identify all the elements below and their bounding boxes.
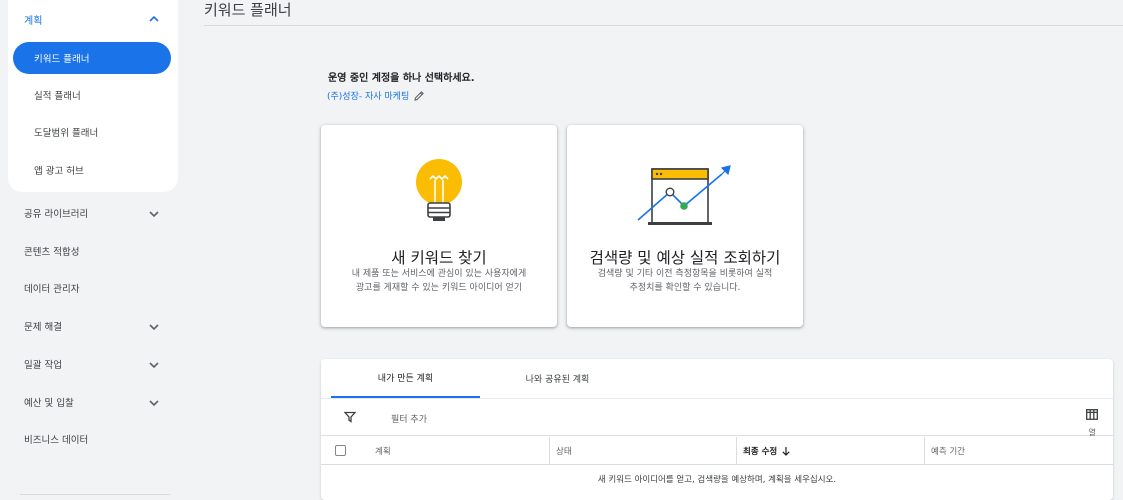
sidebar: 계획 키워드 플래너 실적 플래너 도달범위 플래너 앱 광고 허브 공유 라이… — [0, 0, 190, 500]
columns-icon — [1086, 409, 1098, 420]
columns-button[interactable]: 열 — [1085, 405, 1099, 438]
chevron-down-icon — [149, 211, 159, 218]
card-title: 검색량 및 예상 실적 조회하기 — [589, 249, 781, 267]
card-description-line: 검색량 및 기타 이전 측정항목을 비롯하여 실적 — [597, 269, 773, 279]
column-header-forecast-period[interactable]: 예측 기간 — [924, 437, 1113, 465]
sidebar-item-label: 일괄 작업 — [24, 360, 62, 371]
table-header: 계획 상태 최종 수정 예측 기간 — [321, 437, 1113, 465]
sidebar-item-label: 예산 및 입찰 — [24, 398, 74, 409]
add-filter-button[interactable]: 필터 추가 — [391, 412, 427, 425]
card-description-line: 추정치를 확인할 수 있습니다. — [629, 283, 741, 293]
empty-state-message: 새 키워드 아이디어를 얻고, 검색량을 예상하며, 계획을 세우십시오. — [597, 475, 837, 485]
chevron-up-icon — [149, 15, 159, 22]
sidebar-item-budgets-bidding[interactable]: 예산 및 입찰 — [0, 384, 178, 420]
page-title: 키워드 플래너 — [204, 1, 292, 19]
chevron-down-icon — [149, 324, 159, 331]
sidebar-item-label: 비즈니스 데이터 — [24, 435, 89, 446]
sidebar-item-label: 도달범위 플래너 — [34, 128, 99, 139]
tab-shared-plans[interactable]: 나와 공유된 계획 — [480, 359, 635, 398]
column-header-label: 예측 기간 — [931, 447, 965, 457]
sidebar-item-keyword-planner[interactable]: 키워드 플래너 — [13, 42, 171, 74]
card-description: 내 제품 또는 서비스에 관심이 있는 사용자에게 광고를 게재할 수 있는 키… — [337, 267, 541, 295]
edit-pencil-icon — [414, 90, 425, 101]
tab-label: 나와 공유된 계획 — [525, 375, 590, 385]
column-header-last-modified[interactable]: 최종 수정 — [736, 437, 924, 465]
sidebar-item-app-ads-hub[interactable]: 앱 광고 허브 — [13, 154, 171, 186]
sidebar-item-label: 실적 플래너 — [34, 91, 81, 102]
sidebar-item-label: 키워드 플래너 — [34, 54, 90, 65]
sidebar-item-bulk-actions[interactable]: 일괄 작업 — [0, 346, 178, 382]
sidebar-item-label: 문제 해결 — [24, 322, 62, 333]
account-select-prompt: 운영 중인 계정을 하나 선택하세요. — [328, 73, 475, 84]
sidebar-group-label: 계획 — [24, 15, 43, 27]
card-find-new-keywords[interactable]: 새 키워드 찾기 내 제품 또는 서비스에 관심이 있는 사용자에게 광고를 게… — [321, 125, 557, 327]
column-header-plan[interactable]: 계획 — [375, 437, 549, 465]
card-description-line: 내 제품 또는 서비스에 관심이 있는 사용자에게 — [351, 269, 527, 279]
sidebar-item-performance-planner[interactable]: 실적 플래너 — [13, 79, 171, 111]
account-selector[interactable]: (주)성장- 자사 마케팅 — [327, 89, 425, 102]
sidebar-item-data-manager[interactable]: 데이터 관리자 — [0, 270, 178, 306]
lightbulb-icon — [321, 155, 557, 255]
sidebar-item-reach-planner[interactable]: 도달범위 플래너 — [13, 116, 171, 148]
arrow-down-icon — [782, 447, 790, 456]
filter-icon[interactable] — [344, 411, 356, 423]
main-content: 키워드 플래너 운영 중인 계정을 하나 선택하세요. (주)성장- 자사 마케… — [190, 0, 1123, 500]
filter-bar: 필터 추가 열 — [321, 399, 1113, 438]
divider — [204, 25, 1123, 26]
card-search-volume-forecast[interactable]: 검색량 및 예상 실적 조회하기 검색량 및 기타 이전 측정항목을 비롯하여 … — [567, 125, 803, 327]
sidebar-item-business-data[interactable]: 비즈니스 데이터 — [0, 421, 178, 457]
column-header-label: 상태 — [556, 447, 572, 457]
chevron-down-icon — [149, 400, 159, 407]
chevron-down-icon — [149, 362, 159, 369]
sidebar-item-label: 데이터 관리자 — [24, 284, 80, 295]
trend-chart-icon — [567, 155, 803, 255]
card-title: 새 키워드 찾기 — [391, 249, 487, 267]
card-description-line: 광고를 게재할 수 있는 키워드 아이디어 얻기 — [355, 283, 523, 293]
sidebar-item-troubleshooting[interactable]: 문제 해결 — [0, 308, 178, 344]
sidebar-item-label: 콘텐츠 적합성 — [24, 247, 80, 258]
tab-my-plans[interactable]: 내가 만든 계획 — [331, 359, 480, 398]
sidebar-item-label: 공유 라이브러리 — [24, 209, 89, 220]
account-name: (주)성장- 자사 마케팅 — [327, 92, 410, 102]
sidebar-group-planning: 계획 키워드 플래너 실적 플래너 도달범위 플래너 앱 광고 허브 — [8, 0, 178, 192]
sidebar-group-header-planning[interactable]: 계획 — [8, 6, 178, 32]
sidebar-item-label: 앱 광고 허브 — [34, 166, 84, 177]
select-all-checkbox[interactable] — [335, 445, 346, 456]
card-description: 검색량 및 기타 이전 측정항목을 비롯하여 실적 추정치를 확인할 수 있습니… — [583, 267, 787, 295]
column-header-status[interactable]: 상태 — [549, 437, 736, 465]
column-header-label: 계획 — [375, 447, 391, 457]
plans-table: 내가 만든 계획 나와 공유된 계획 필터 추가 열 계획 상태 최종 수정 예… — [321, 359, 1113, 500]
sidebar-item-content-suitability[interactable]: 콘텐츠 적합성 — [0, 233, 178, 269]
tab-label: 내가 만든 계획 — [377, 374, 434, 384]
column-header-label: 최종 수정 — [743, 447, 778, 457]
divider — [20, 494, 170, 495]
sidebar-item-shared-library[interactable]: 공유 라이브러리 — [0, 195, 178, 231]
